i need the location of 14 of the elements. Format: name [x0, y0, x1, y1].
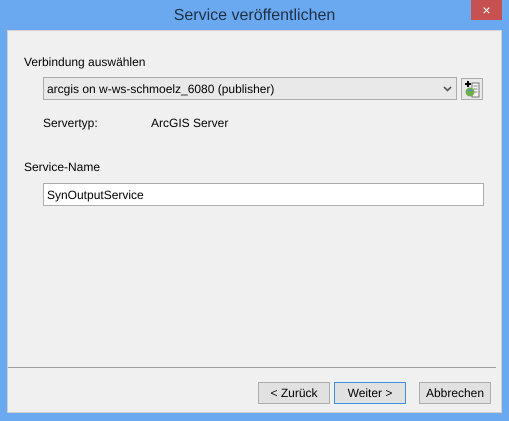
window-title: Service veröffentlichen [174, 6, 336, 26]
server-type-value: ArcGIS Server [151, 115, 228, 132]
server-type-label: Servertyp: [43, 115, 99, 132]
connection-label: Verbindung auswählen [24, 54, 146, 71]
service-name-field[interactable]: SynOutputService [43, 183, 484, 206]
add-server-icon [463, 80, 482, 98]
service-name-label: Service-Name [24, 159, 102, 176]
wizard-button[interactable]: Abbrechen [419, 382, 491, 404]
close-button[interactable]: × [471, 0, 502, 20]
wizard-button[interactable]: Weiter > [334, 382, 406, 404]
add-connection-button[interactable] [461, 78, 483, 100]
wizard-button[interactable]: < Zurück [258, 382, 330, 404]
chevron-down-icon [443, 86, 452, 92]
connection-dropdown[interactable]: arcgis on w-ws-schmoelz_6080 (publisher) [43, 77, 458, 100]
